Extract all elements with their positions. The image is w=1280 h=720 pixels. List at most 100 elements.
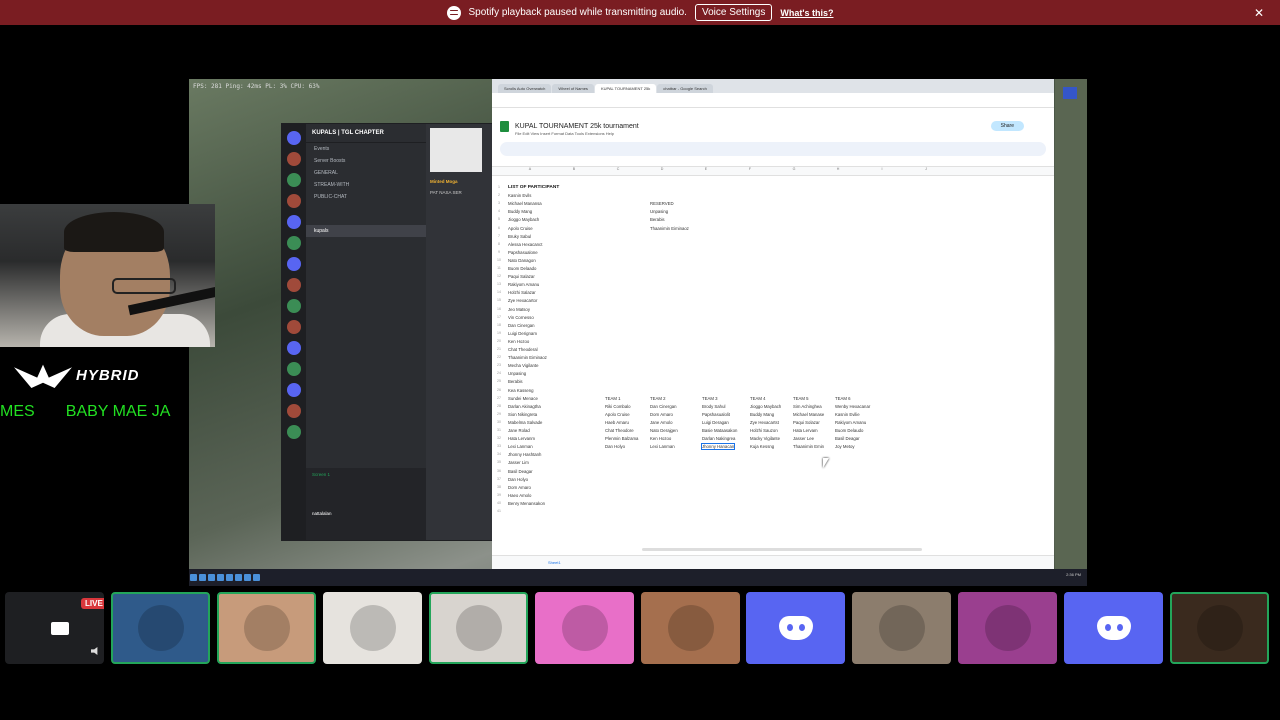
participant-cell: Basil Deagar bbox=[508, 468, 533, 474]
list-header: LIST OF PARTICIPANT bbox=[508, 185, 560, 190]
row-number: 32 bbox=[497, 436, 501, 441]
team-header: TEAM 6 bbox=[835, 395, 851, 401]
participant-cell: Zye Hexacartor bbox=[508, 298, 538, 304]
team-member-cell: Rakiyom Amanu bbox=[835, 419, 867, 425]
channel-item-selected: kupals bbox=[306, 225, 426, 237]
team-member-cell: Jasser Lee bbox=[793, 436, 815, 442]
team-member-cell: Chat Theodore bbox=[605, 428, 634, 433]
participant-cell: Ken Hozoo bbox=[508, 338, 530, 344]
row-number: 14 bbox=[497, 290, 501, 295]
row-number: 36 bbox=[497, 468, 501, 473]
team-member-cell: Darlan Nakingrea bbox=[702, 436, 736, 442]
participant-cell: Mecha Vigilante bbox=[508, 363, 539, 369]
team-member-cell: Michael Manase bbox=[793, 411, 825, 417]
avatar bbox=[1196, 605, 1243, 651]
row-number: 28 bbox=[497, 403, 501, 408]
participant-tile[interactable] bbox=[958, 592, 1057, 664]
image-attachment bbox=[430, 128, 482, 172]
avatar bbox=[243, 605, 290, 651]
browser-tab-active: KUPAL TOURNAMENT 25k bbox=[594, 84, 657, 93]
browser-tab: Scrolls Auto Overwatch bbox=[498, 84, 552, 93]
participant-tile[interactable] bbox=[746, 592, 845, 664]
team-member-cell: Kasnin Evilie bbox=[835, 411, 860, 417]
participant-tile[interactable] bbox=[1170, 592, 1269, 664]
browser-tab: chatbar - Google Search bbox=[657, 84, 713, 93]
voice-settings-button[interactable]: Voice Settings bbox=[694, 4, 773, 21]
row-number: 24 bbox=[497, 371, 501, 376]
whats-this-link[interactable]: What's this? bbox=[780, 8, 833, 18]
row-number: 1 bbox=[498, 185, 500, 189]
participant-cell: Benry Menansakon bbox=[508, 500, 546, 506]
sheet-tabs: Sheet1 bbox=[492, 555, 1054, 569]
avatar bbox=[878, 605, 925, 651]
team-header: TEAM 2 bbox=[650, 395, 666, 401]
screen-share-stream[interactable]: FPS: 281 Ping: 42ms PL: 3% CPU: 63% KUPA… bbox=[189, 79, 1087, 586]
spotify-icon bbox=[446, 5, 461, 20]
channel-item: PUBLIC-CHAT bbox=[314, 194, 347, 200]
avatar bbox=[667, 605, 714, 651]
team-member-cell: Joy Metoy bbox=[835, 444, 855, 450]
participant-tile[interactable] bbox=[111, 592, 210, 664]
browser-tabs: Scrolls Auto Overwatch Wheel of Names KU… bbox=[492, 79, 1054, 93]
server-name: KUPALS | TGL CHAPTER bbox=[306, 124, 426, 143]
share-button: Share bbox=[990, 121, 1024, 131]
participant-cell: Dan Holyo bbox=[508, 476, 529, 482]
row-number: 25 bbox=[497, 379, 501, 384]
participant-tile[interactable] bbox=[429, 592, 528, 664]
close-icon[interactable]: ✕ bbox=[1254, 6, 1264, 20]
participant-tile[interactable] bbox=[323, 592, 422, 664]
stream-preview-tile[interactable]: LIVE bbox=[5, 592, 104, 664]
reserved-cell: Thaanimin Eiminaoz bbox=[650, 225, 689, 231]
participant-cell: Buom Delaado bbox=[508, 266, 537, 271]
row-number: 3 bbox=[498, 201, 500, 206]
team-member-cell: Basil Deagar bbox=[835, 436, 860, 442]
server-rail bbox=[282, 124, 306, 540]
participant-tile[interactable] bbox=[852, 592, 951, 664]
discord-logo-icon bbox=[778, 616, 813, 640]
participant-cell: Chat Theoderal bbox=[508, 347, 538, 352]
address-bar bbox=[492, 93, 1054, 108]
row-number: 8 bbox=[498, 241, 500, 246]
participant-cell: Darlan Akinagtha bbox=[508, 403, 541, 409]
team-header: TEAM 4 bbox=[750, 395, 766, 401]
speaker-icon[interactable] bbox=[91, 647, 98, 655]
row-number: 30 bbox=[497, 419, 501, 424]
chat-pane: Minted Moga PAT NASA SER bbox=[426, 124, 496, 540]
row-number: 20 bbox=[497, 338, 501, 343]
row-number: 7 bbox=[498, 233, 500, 238]
performance-stats: FPS: 281 Ping: 42ms PL: 3% CPU: 63% bbox=[193, 83, 320, 90]
avatar bbox=[349, 605, 396, 651]
team-member-cell: Sim Achinghea bbox=[793, 403, 822, 409]
team-member-cell: Paqui Solazar bbox=[793, 419, 820, 425]
row-number: 11 bbox=[497, 266, 501, 270]
spreadsheet-grid: 1 2 3 4 5 6 7 8 9 10 11 12 13 14 15 16 17 18 19 20 21 22 23 24 2… bbox=[492, 185, 1054, 515]
participant-cell: Jhonny Hashtanh bbox=[508, 452, 542, 458]
sheet-tab: Sheet1 bbox=[548, 560, 561, 565]
participant-tile[interactable] bbox=[641, 592, 740, 664]
participant-cell: Berabis bbox=[508, 379, 523, 385]
team-member-cell: Jhonny Hanacan bbox=[700, 443, 736, 451]
participant-tile[interactable] bbox=[535, 592, 634, 664]
team-member-cell: Jioggo Maybach bbox=[750, 403, 782, 409]
bookmarks-bar bbox=[492, 108, 1054, 117]
avatar bbox=[137, 605, 184, 651]
team-member-cell: Riki Combalo bbox=[605, 403, 631, 409]
team-member-cell: Papshasualolit bbox=[702, 411, 730, 417]
chat-message: Minted Moga bbox=[426, 176, 496, 187]
participant-tile[interactable] bbox=[217, 592, 316, 664]
participant-tile[interactable] bbox=[1064, 592, 1163, 664]
logo-text: HYBRID bbox=[76, 366, 140, 384]
participant-cell: Lexi Lanman bbox=[508, 444, 533, 450]
live-badge: LIVE bbox=[81, 598, 104, 609]
row-number: 39 bbox=[497, 492, 501, 497]
avatar bbox=[984, 605, 1031, 651]
participant-cell: Jane Rolad bbox=[508, 428, 530, 433]
team-member-cell: Wenby Hexacanar bbox=[835, 403, 871, 409]
participant-cell: Mabelma Salvade bbox=[508, 419, 543, 425]
row-number: 29 bbox=[497, 411, 501, 416]
hybrid-logo: HYBRID bbox=[14, 356, 164, 394]
row-number: 15 bbox=[497, 298, 501, 303]
team-member-cell: Zye Hexacartst bbox=[750, 419, 779, 425]
google-sheets-window: Scrolls Auto Overwatch Wheel of Names KU… bbox=[492, 79, 1054, 569]
row-number: 37 bbox=[497, 476, 501, 481]
